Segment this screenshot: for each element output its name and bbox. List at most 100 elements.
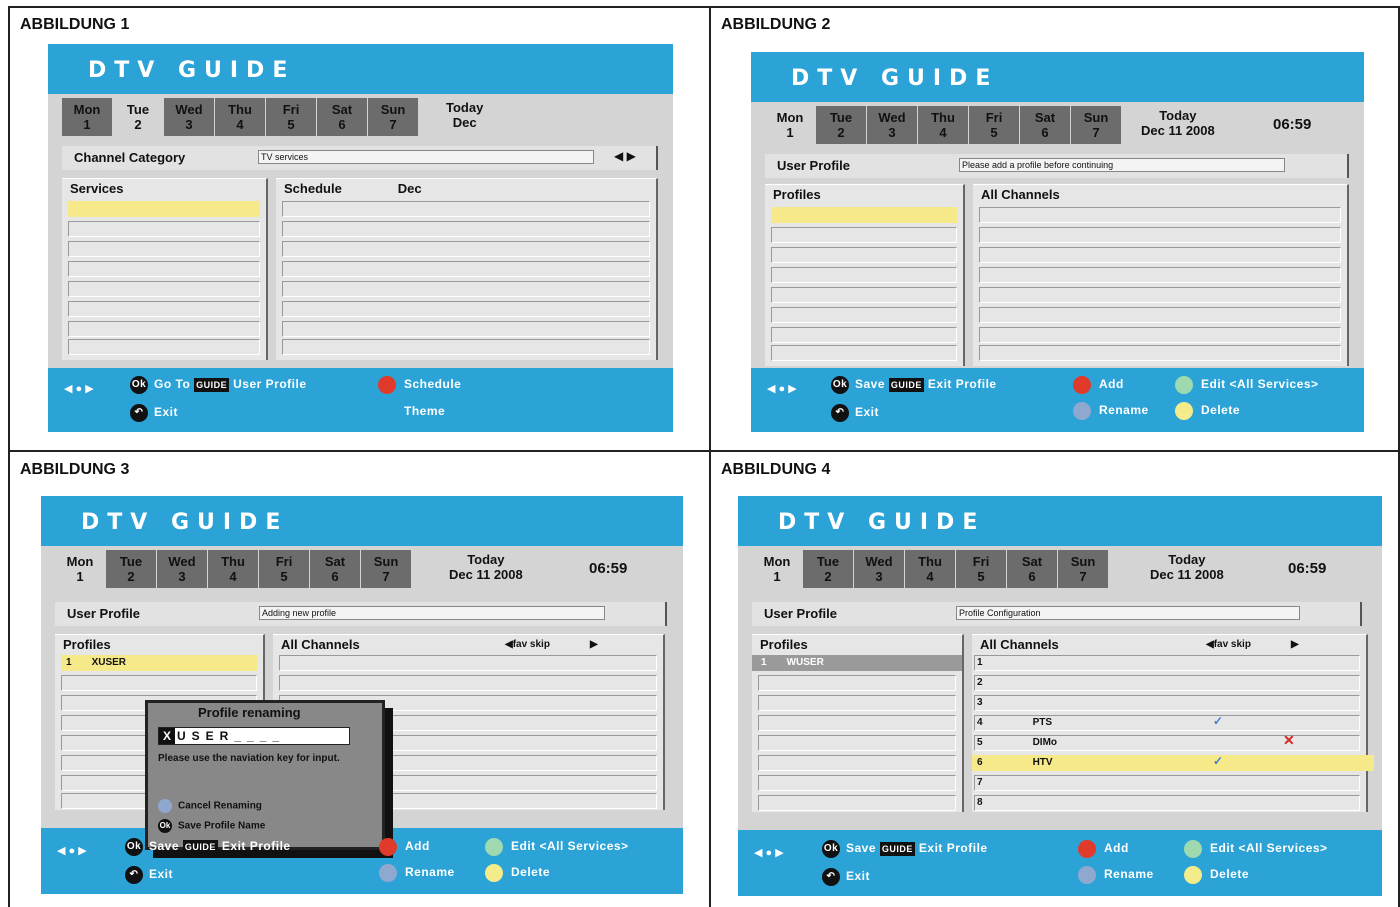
table-row[interactable] (979, 227, 1341, 243)
list-item[interactable] (68, 339, 260, 355)
day-tab[interactable]: Fri 5 (259, 550, 309, 588)
table-row[interactable] (279, 675, 657, 691)
day-tab[interactable]: Wed 3 (867, 106, 917, 144)
table-row[interactable] (979, 207, 1341, 223)
day-tabs: Mon 1 Tue 2 Wed 3 Thu 4 Fri 5 Sat 6 Sun 7 (765, 106, 1122, 144)
list-item[interactable] (68, 221, 260, 237)
key-legend: ◀ ● ▶ Ok Save GUIDE Exit Profile ↶ Exit Add… (41, 828, 683, 894)
table-row[interactable] (282, 201, 650, 217)
list-item[interactable] (758, 675, 956, 691)
table-row[interactable]: 2 (974, 675, 1360, 691)
user-profile-bar: User Profile Profile Configuration (752, 602, 1362, 626)
profile-name-input[interactable]: X USER____ (158, 727, 350, 745)
guide-body: Mon 1 Tue 2 Wed 3 Thu 4 Fri 5 Sat 6 Sun 7 Today… (738, 546, 1382, 830)
day-tab[interactable]: Wed 3 (164, 98, 214, 136)
channel-category-field[interactable]: TV services (258, 150, 594, 164)
list-item[interactable] (68, 241, 260, 257)
day-tab[interactable]: Tue 2 (816, 106, 866, 144)
day-tab[interactable]: Sat 6 (1007, 550, 1057, 588)
day-tab[interactable]: Sun 7 (1058, 550, 1108, 588)
table-row[interactable] (282, 301, 650, 317)
table-row[interactable]: 3 (974, 695, 1360, 711)
day-tab[interactable]: Sun 7 (368, 98, 418, 136)
list-item[interactable]: 1 WUSER (752, 655, 962, 671)
list-item[interactable] (771, 247, 957, 263)
rename-key: Rename (1078, 866, 1154, 884)
user-profile-field[interactable]: Please add a profile before continuing (959, 158, 1285, 172)
list-item[interactable] (758, 755, 956, 771)
list-item[interactable] (758, 795, 956, 811)
table-row[interactable]: 7 (974, 775, 1360, 791)
table-row[interactable] (979, 287, 1341, 303)
day-tab[interactable]: Sun 7 (361, 550, 411, 588)
list-item[interactable] (68, 201, 260, 217)
list-item[interactable] (758, 695, 956, 711)
user-profile-field[interactable]: Adding new profile (259, 606, 605, 620)
day-tab[interactable]: Sat 6 (310, 550, 360, 588)
table-row[interactable] (282, 321, 650, 337)
list-item[interactable] (758, 715, 956, 731)
table-row[interactable] (979, 345, 1341, 361)
list-item[interactable] (61, 675, 257, 691)
list-item[interactable] (771, 207, 957, 223)
table-row[interactable] (282, 221, 650, 237)
table-row[interactable] (979, 307, 1341, 323)
guide-title: DTV GUIDE (88, 58, 296, 83)
day-tab[interactable]: Thu 4 (918, 106, 968, 144)
table-row[interactable]: 5 DIMo ✕ (974, 733, 1360, 751)
day-tab[interactable]: Mon 1 (752, 550, 802, 588)
day-tab[interactable]: Sun 7 (1071, 106, 1121, 144)
day-tab[interactable]: Tue 2 (113, 98, 163, 136)
day-tab[interactable]: Thu 4 (905, 550, 955, 588)
list-item[interactable] (771, 287, 957, 303)
list-item[interactable] (771, 307, 957, 323)
green-key-icon (1175, 376, 1193, 394)
day-tab[interactable]: Mon 1 (55, 550, 105, 588)
user-profile-field[interactable]: Profile Configuration (956, 606, 1300, 620)
day-tab[interactable]: Fri 5 (969, 106, 1019, 144)
list-item[interactable] (68, 321, 260, 337)
table-row[interactable]: 8 (974, 795, 1360, 811)
list-item[interactable] (771, 345, 957, 361)
list-item[interactable]: 1 XUSER (61, 655, 257, 671)
list-item[interactable] (68, 261, 260, 277)
list-item[interactable] (758, 775, 956, 791)
list-item[interactable] (758, 735, 956, 751)
fav-check-icon: ✓ (1213, 714, 1224, 728)
table-row[interactable] (979, 247, 1341, 263)
day-tab[interactable]: Fri 5 (266, 98, 316, 136)
table-row[interactable] (282, 339, 650, 355)
today-display: Today Dec 11 2008 (1150, 552, 1224, 582)
day-tab[interactable]: Wed 3 (157, 550, 207, 588)
list-item[interactable] (771, 267, 957, 283)
table-row[interactable]: 6 HTV ✓ (972, 754, 1374, 771)
day-tab[interactable]: Mon 1 (62, 98, 112, 136)
edit-key: Edit <All Services> (1184, 840, 1328, 858)
day-tab[interactable]: Thu 4 (215, 98, 265, 136)
list-item[interactable] (68, 281, 260, 297)
services-panel: Services (62, 178, 268, 360)
table-row[interactable] (979, 327, 1341, 343)
channels-header: All Channels (980, 637, 1059, 652)
table-row[interactable] (282, 281, 650, 297)
day-tab[interactable]: Sat 6 (317, 98, 367, 136)
table-row[interactable]: 1 (974, 655, 1360, 671)
day-tab[interactable]: Tue 2 (106, 550, 156, 588)
cancel-renaming-option[interactable]: Cancel Renaming (158, 799, 262, 813)
list-item[interactable] (771, 227, 957, 243)
list-item[interactable] (771, 327, 957, 343)
table-row[interactable]: 4 PTS ✓ (974, 714, 1360, 731)
left-right-arrows-icon[interactable]: ◀ ▶ (614, 149, 636, 163)
table-row[interactable] (979, 267, 1341, 283)
day-tab[interactable]: Thu 4 (208, 550, 258, 588)
day-tab[interactable]: Wed 3 (854, 550, 904, 588)
table-row[interactable] (282, 261, 650, 277)
list-item[interactable] (68, 301, 260, 317)
ok-key-icon: Ok (822, 840, 840, 858)
table-row[interactable] (282, 241, 650, 257)
day-tab[interactable]: Mon 1 (765, 106, 815, 144)
table-row[interactable] (279, 655, 657, 671)
day-tab[interactable]: Tue 2 (803, 550, 853, 588)
day-tab[interactable]: Fri 5 (956, 550, 1006, 588)
day-tab[interactable]: Sat 6 (1020, 106, 1070, 144)
